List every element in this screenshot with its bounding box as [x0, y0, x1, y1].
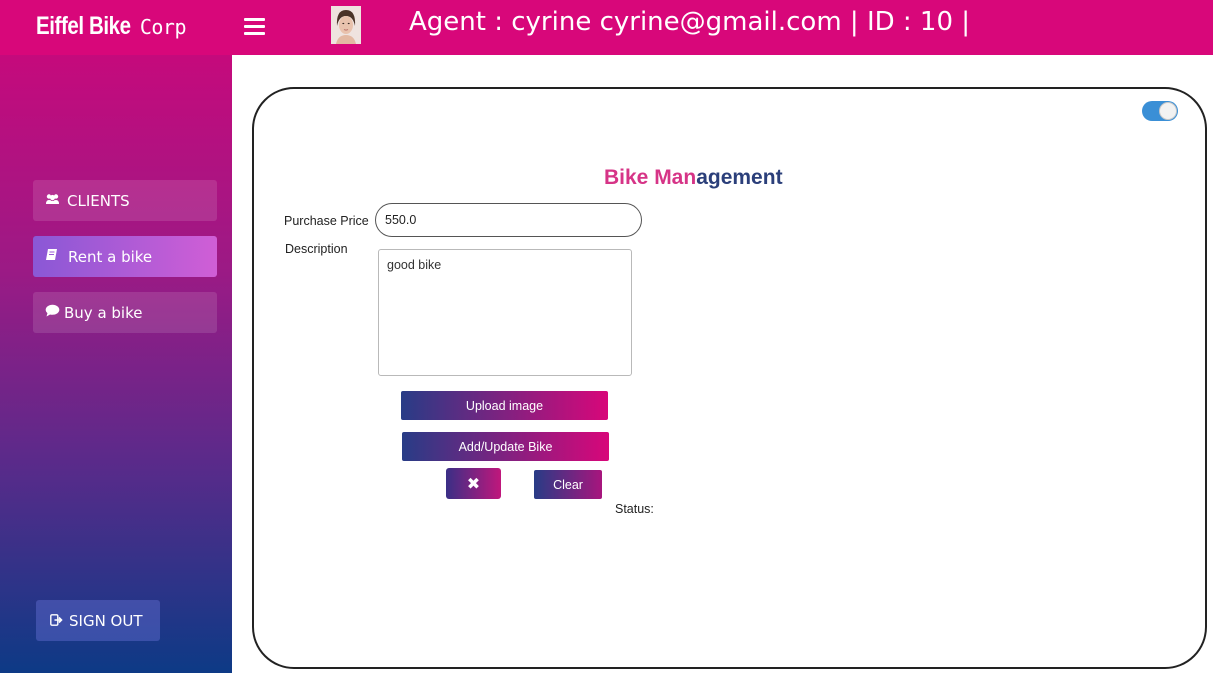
top-bar: Eiffel Bike Corp Agent : cyrine cyrine@g…	[0, 0, 1213, 55]
sidebar-item-label: CLIENTS	[67, 191, 130, 210]
title-part-pink: Bike Man	[604, 166, 697, 189]
delete-button[interactable]: ✖	[446, 468, 501, 499]
sidebar-item-buy-a-bike[interactable]: Buy a bike	[33, 292, 217, 333]
book-icon	[45, 248, 58, 265]
page-title: Bike Management	[604, 166, 783, 190]
sidebar-item-label: Buy a bike	[64, 303, 143, 322]
comment-icon	[45, 304, 60, 321]
status-label: Status:	[615, 502, 654, 516]
sidebar-item-rent-a-bike[interactable]: Rent a bike	[33, 236, 217, 277]
brand-logo: Eiffel Bike Corp	[36, 8, 187, 45]
brand-name: Eiffel Bike	[36, 12, 131, 40]
sidebar	[0, 55, 232, 673]
sidebar-item-clients[interactable]: CLIENTS	[33, 180, 217, 221]
hamburger-icon[interactable]	[244, 18, 265, 36]
sign-out-label: SIGN OUT	[69, 611, 143, 630]
toggle-knob	[1159, 102, 1177, 120]
avatar	[331, 6, 361, 44]
close-icon: ✖	[466, 474, 481, 493]
description-label: Description	[285, 242, 348, 256]
brand-suffix: Corp	[139, 15, 187, 39]
sign-out-button[interactable]: SIGN OUT	[36, 600, 160, 641]
theme-toggle[interactable]	[1142, 101, 1178, 121]
sign-out-icon	[50, 612, 63, 630]
description-textarea[interactable]: good bike	[378, 249, 632, 376]
sidebar-item-label: Rent a bike	[68, 247, 153, 266]
add-update-bike-button[interactable]: Add/Update Bike	[402, 432, 609, 461]
clear-button[interactable]: Clear	[534, 470, 602, 499]
purchase-price-input[interactable]	[375, 203, 642, 237]
title-part-navy: agement	[696, 166, 783, 189]
users-icon	[45, 193, 60, 209]
purchase-price-label: Purchase Price	[284, 214, 369, 228]
agent-info: Agent : cyrine cyrine@gmail.com | ID : 1…	[409, 7, 971, 37]
upload-image-button[interactable]: Upload image	[401, 391, 608, 420]
